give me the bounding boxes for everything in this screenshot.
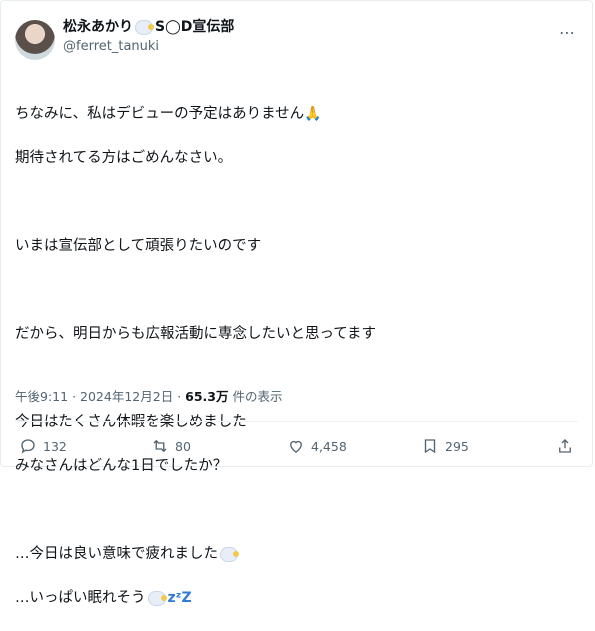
tweet-time[interactable]: 午後9:11 bbox=[15, 389, 68, 404]
tweet-card: 松永あかり S◯D宣伝部 @ferret_tanuki ⋯ ちなみに、私はデビュ… bbox=[0, 0, 594, 606]
tweet-header: 松永あかり S◯D宣伝部 @ferret_tanuki bbox=[15, 18, 234, 60]
reply-count: 132 bbox=[43, 438, 67, 454]
bookmark-button[interactable]: 295 bbox=[421, 437, 469, 455]
user-handle[interactable]: @ferret_tanuki bbox=[63, 37, 234, 56]
views-label: 件の表示 bbox=[232, 389, 283, 404]
sheep-emoji-icon bbox=[220, 546, 239, 562]
display-name-text: 松永あかり bbox=[63, 19, 133, 35]
sheep-emoji-icon bbox=[147, 590, 167, 606]
views-count: 65.3万 bbox=[185, 389, 229, 404]
share-icon bbox=[559, 439, 571, 453]
tweet-line: …今日は良い意味で疲れました bbox=[15, 543, 575, 565]
display-name-suffix: S◯D宣伝部 bbox=[155, 19, 235, 35]
action-bar: 132 80 4,458 295 bbox=[1, 437, 594, 459]
display-name[interactable]: 松永あかり S◯D宣伝部 bbox=[63, 18, 234, 37]
like-count: 4,458 bbox=[311, 438, 347, 454]
tweet-line: ちなみに、私はデビューの予定はありません🙏 bbox=[15, 103, 575, 125]
retweet-icon bbox=[153, 439, 167, 453]
bookmark-count: 295 bbox=[445, 438, 469, 454]
tweet-line: …いっぱい眠れそう zᶻZ bbox=[15, 587, 575, 609]
avatar[interactable] bbox=[15, 20, 55, 60]
tweet-line: いまは宣伝部として頑張りたいのです bbox=[15, 238, 262, 254]
tweet-line: 今日はたくさん休暇を楽しめました bbox=[15, 414, 247, 430]
tweet-meta: 午後9:11 · 2024年12月2日 · 65.3万 件の表示 bbox=[15, 389, 283, 404]
tweet-line: だから、明日からも広報活動に専念したいと思ってます bbox=[15, 326, 377, 342]
tweet-line: 期待されてる方はごめんなさい。 bbox=[15, 150, 233, 166]
reply-icon bbox=[21, 439, 35, 454]
tweet-text: ちなみに、私はデビューの予定はありません🙏 期待されてる方はごめんなさい。 いま… bbox=[15, 81, 575, 631]
retweet-button[interactable]: 80 bbox=[151, 437, 191, 455]
more-options-button[interactable]: ⋯ bbox=[559, 23, 576, 42]
folded-hands-emoji-icon: 🙏 bbox=[304, 106, 322, 122]
like-button[interactable]: 4,458 bbox=[287, 437, 347, 455]
divider bbox=[15, 421, 578, 422]
retweet-count: 80 bbox=[175, 438, 191, 454]
user-names: 松永あかり S◯D宣伝部 @ferret_tanuki bbox=[63, 18, 234, 56]
heart-icon bbox=[290, 440, 302, 453]
sheep-emoji-icon bbox=[135, 20, 154, 35]
bookmark-icon bbox=[424, 439, 436, 454]
reply-button[interactable]: 132 bbox=[19, 437, 67, 455]
share-button[interactable] bbox=[556, 437, 574, 455]
zzz-emoji-icon: zᶻZ bbox=[167, 590, 192, 606]
tweet-date[interactable]: 2024年12月2日 bbox=[80, 389, 173, 404]
more-icon: ⋯ bbox=[559, 23, 576, 42]
